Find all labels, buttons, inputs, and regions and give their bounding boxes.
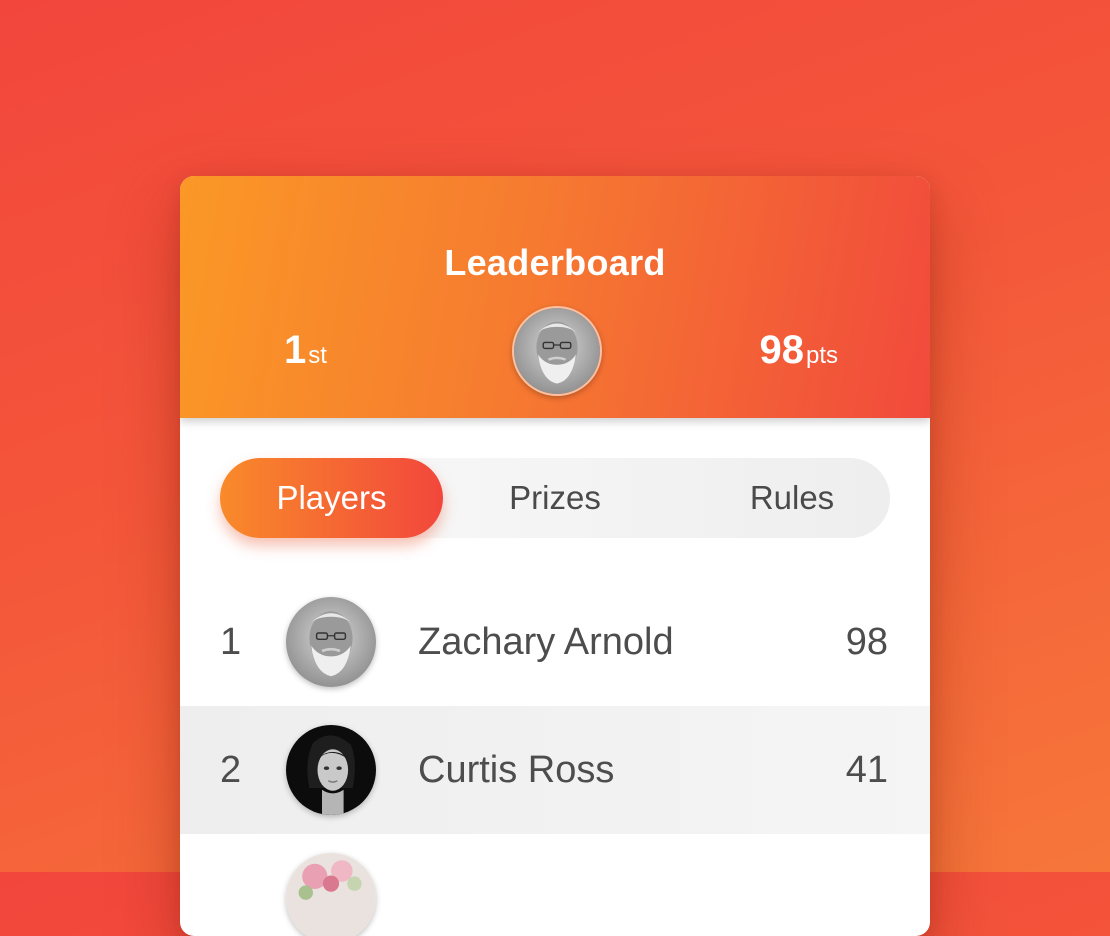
table-row[interactable]: 1 Zachary Arnold 98 <box>180 578 930 706</box>
player-name: Zachary Arnold <box>418 621 674 663</box>
rank-suffix: st <box>308 342 327 369</box>
tab-prizes[interactable]: Prizes <box>443 458 667 538</box>
current-rank: 1st <box>284 328 327 373</box>
woman-dark-avatar-icon <box>286 725 376 815</box>
elderly-man-avatar-icon <box>514 308 600 394</box>
points-number: 98 <box>759 328 804 372</box>
leaderboard-card: Leaderboard 1st 98pts Players Prizes Rul… <box>180 176 930 936</box>
leaderboard-tabs: Players Prizes Rules <box>220 458 890 538</box>
avatar <box>286 725 376 815</box>
current-points: 98pts <box>759 328 838 373</box>
avatar <box>286 597 376 687</box>
player-name: Curtis Ross <box>418 749 615 791</box>
player-rank: 1 <box>220 621 242 663</box>
leaderboard-header: Leaderboard 1st 98pts <box>180 176 930 418</box>
player-list: 1 Zachary Arnold 98 2 Curtis Ross 41 <box>180 578 930 936</box>
tab-players[interactable]: Players <box>220 458 443 538</box>
elderly-man-avatar-icon <box>286 597 376 687</box>
table-row[interactable] <box>180 834 930 936</box>
table-row[interactable]: 2 Curtis Ross 41 <box>180 706 930 834</box>
page-title: Leaderboard <box>444 242 666 283</box>
points-suffix: pts <box>805 342 838 369</box>
rank-number: 1 <box>284 328 307 372</box>
player-score: 98 <box>845 621 888 663</box>
player-score: 41 <box>845 749 888 791</box>
avatar <box>286 853 376 936</box>
player-rank: 2 <box>220 749 242 791</box>
current-user-avatar[interactable] <box>512 306 602 396</box>
flower-avatar-icon <box>286 853 376 936</box>
tab-rules[interactable]: Rules <box>680 458 904 538</box>
